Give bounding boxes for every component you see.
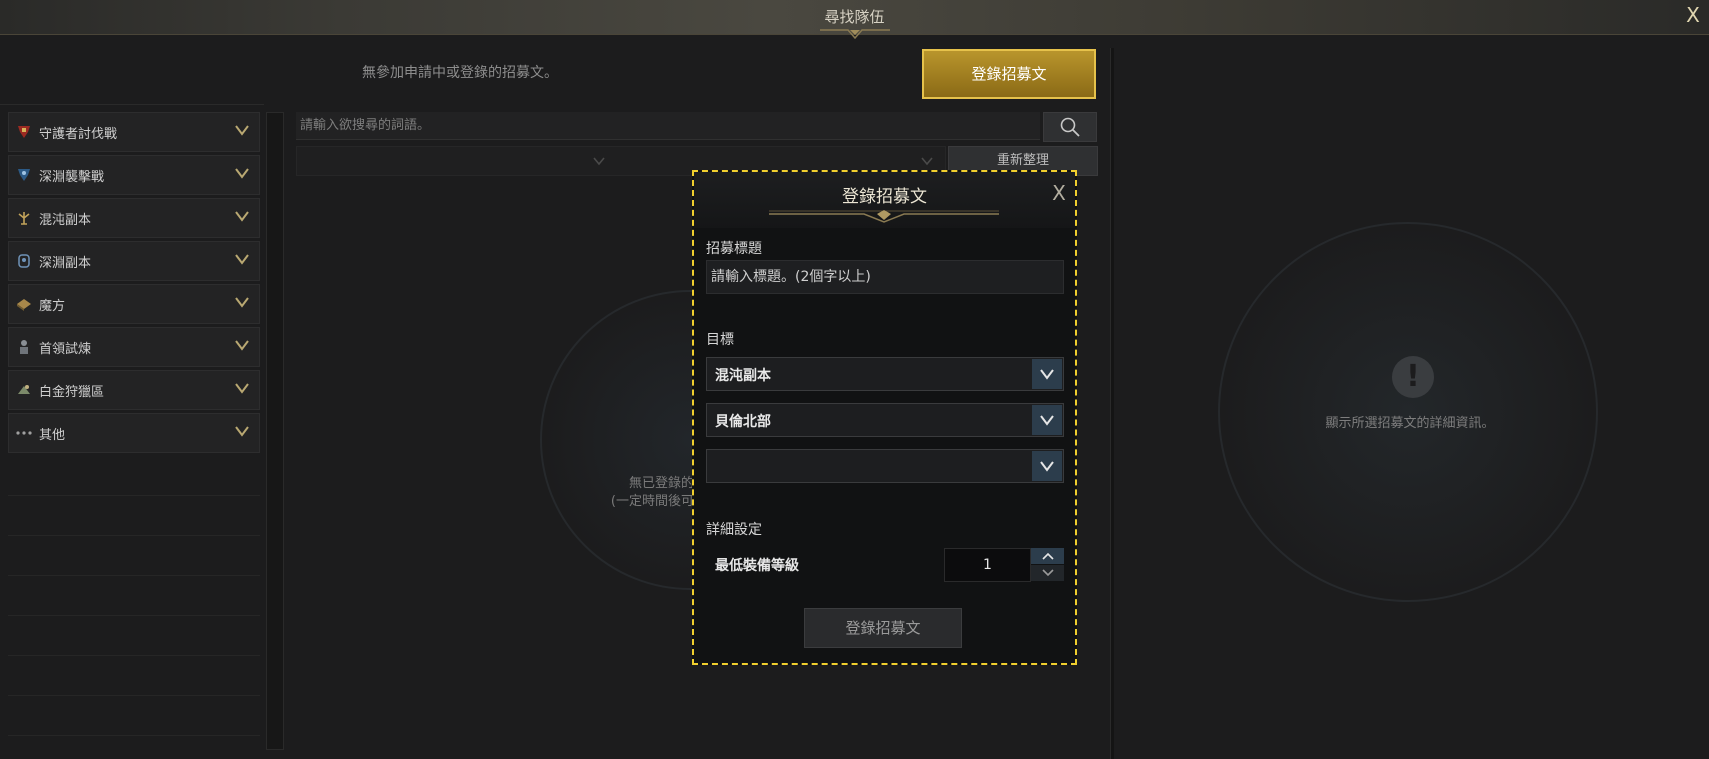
window-title: 尋找隊伍 — [824, 8, 885, 26]
chevron-down-icon — [235, 297, 249, 308]
abyss-dungeon-icon — [15, 252, 33, 270]
close-dialog-button[interactable]: X — [1048, 182, 1070, 204]
decrement-button[interactable] — [1031, 565, 1064, 581]
chevron-down-icon — [1040, 415, 1054, 426]
no-application-message: 無參加申請中或登錄的招募文。 — [362, 65, 558, 81]
divider — [0, 104, 264, 105]
chevron-down-icon — [235, 211, 249, 222]
more-icon — [15, 424, 33, 442]
min-gear-level-label: 最低裝備等級 — [715, 558, 799, 574]
target-category-select[interactable]: 混沌副本 — [706, 357, 1064, 391]
chevron-down-icon — [1040, 369, 1054, 380]
dropdown-arrow[interactable] — [1032, 451, 1062, 481]
sidebar-item-label: 魔方 — [39, 298, 66, 314]
sidebar-item-abyss-raid[interactable]: 深淵襲擊戰 — [8, 155, 260, 195]
sidebar-scrollbar[interactable] — [266, 112, 284, 750]
panel-divider — [1110, 48, 1114, 759]
chevron-up-icon — [1041, 552, 1054, 560]
sidebar-item-chaos-dungeon[interactable]: 混沌副本 — [8, 198, 260, 238]
alert-icon: ! — [1392, 356, 1434, 398]
detail-settings-label: 詳細設定 — [706, 522, 762, 538]
select-value: 貝倫北部 — [715, 414, 771, 430]
search-button[interactable] — [1043, 112, 1097, 142]
close-window-button[interactable]: X — [1682, 3, 1704, 27]
platinum-field-icon — [15, 381, 33, 399]
cube-icon — [15, 295, 33, 313]
chevron-down-icon[interactable] — [918, 152, 936, 170]
sidebar-item-cube[interactable]: 魔方 — [8, 284, 260, 324]
recruit-title-field-wrapper — [706, 260, 1064, 294]
chevron-down-icon — [235, 340, 249, 351]
sidebar-item-boss-trial[interactable]: 首領試煉 — [8, 327, 260, 367]
target-label: 目標 — [706, 332, 734, 348]
target-level-select[interactable] — [706, 449, 1064, 483]
register-post-dialog: 登錄招募文 X 招募標題 目標 混沌副本 貝倫北部 詳細設定 最低裝備等級 1 — [692, 170, 1077, 665]
empty-row — [8, 696, 260, 736]
empty-row — [8, 456, 260, 496]
increment-button[interactable] — [1031, 548, 1064, 564]
title-ornament-icon — [769, 210, 999, 223]
empty-row — [8, 616, 260, 656]
chevron-down-icon — [1040, 461, 1054, 472]
sidebar-item-platinum-field[interactable]: 白金狩獵區 — [8, 370, 260, 410]
boss-trial-icon — [15, 338, 33, 356]
search-bar — [296, 112, 1040, 140]
empty-row — [8, 536, 260, 576]
dialog-title: 登錄招募文 — [842, 187, 927, 207]
empty-row — [8, 576, 260, 616]
detail-placeholder-text: 顯示所選招募文的詳細資訊。 — [1325, 416, 1495, 431]
abyss-raid-icon — [15, 166, 33, 184]
chevron-down-icon — [235, 426, 249, 437]
submit-register-button[interactable]: 登錄招募文 — [804, 608, 962, 648]
register-post-button[interactable]: 登錄招募文 — [922, 49, 1096, 99]
chaos-dungeon-icon — [15, 209, 33, 227]
min-gear-level-input[interactable]: 1 — [944, 548, 1031, 582]
search-input[interactable] — [296, 112, 1040, 139]
recruit-title-input[interactable] — [707, 261, 1063, 293]
guardian-icon — [15, 123, 33, 141]
category-sidebar: 守護者討伐戰 深淵襲擊戰 混沌副本 深淵副本 魔方 首領試煉 白金狩獵區 其他 — [8, 112, 260, 736]
dropdown-arrow[interactable] — [1032, 359, 1062, 389]
chevron-down-icon — [235, 168, 249, 179]
sidebar-item-abyss-dungeon[interactable]: 深淵副本 — [8, 241, 260, 281]
sidebar-item-label: 白金狩獵區 — [39, 384, 105, 400]
sidebar-item-label: 守護者討伐戰 — [39, 126, 118, 142]
chevron-down-icon — [235, 125, 249, 136]
sidebar-item-other[interactable]: 其他 — [8, 413, 260, 453]
empty-row — [8, 496, 260, 536]
chevron-down-icon — [1041, 569, 1054, 577]
chevron-down-icon — [235, 254, 249, 265]
chevron-down-icon — [235, 383, 249, 394]
sidebar-item-guardian-raid[interactable]: 守護者討伐戰 — [8, 112, 260, 152]
select-value: 混沌副本 — [715, 368, 771, 384]
search-icon — [1060, 117, 1080, 137]
sidebar-item-label: 深淵副本 — [39, 255, 92, 271]
sidebar-item-label: 其他 — [39, 427, 66, 443]
sidebar-item-label: 深淵襲擊戰 — [39, 169, 105, 185]
title-ornament-icon — [820, 29, 890, 40]
target-area-select[interactable]: 貝倫北部 — [706, 403, 1064, 437]
sidebar-item-label: 首領試煉 — [39, 341, 92, 357]
recruit-title-label: 招募標題 — [706, 241, 762, 257]
dropdown-arrow[interactable] — [1032, 405, 1062, 435]
empty-row — [8, 656, 260, 696]
min-gear-level-stepper: 1 — [944, 548, 1064, 582]
chevron-down-icon[interactable] — [590, 152, 608, 170]
sidebar-item-label: 混沌副本 — [39, 212, 92, 228]
